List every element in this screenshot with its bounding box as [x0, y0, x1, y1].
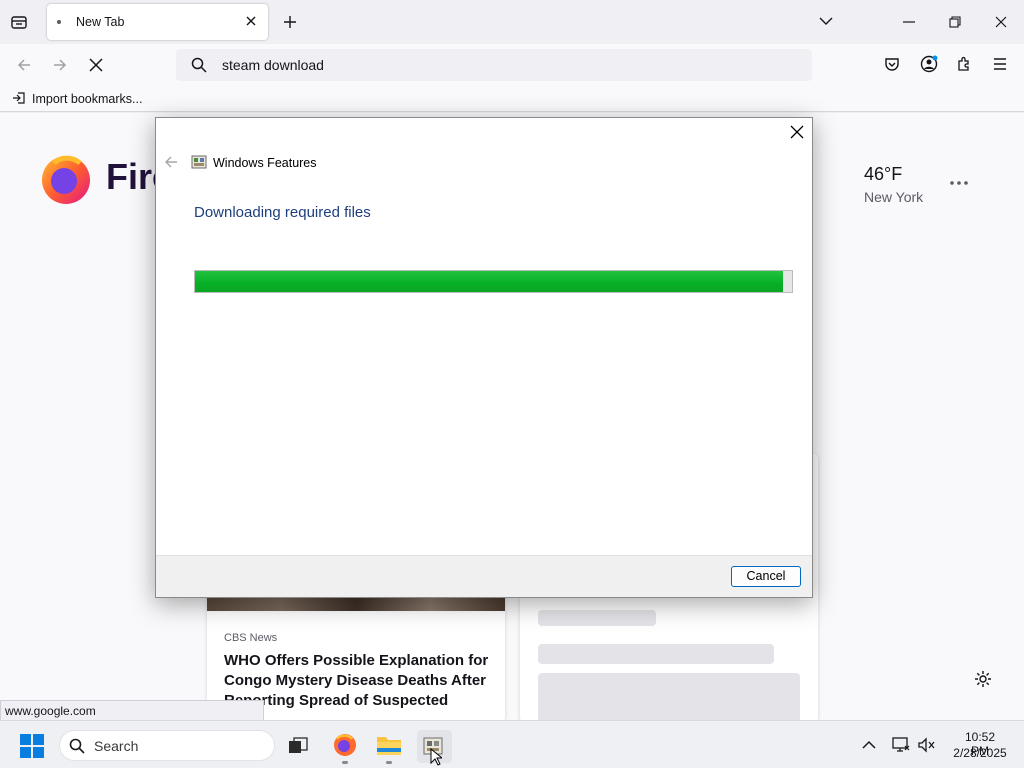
skeleton-line	[538, 644, 774, 664]
volume-muted-icon[interactable]	[918, 737, 936, 753]
address-bar[interactable]: steam download	[176, 49, 812, 81]
address-bar-text: steam download	[222, 57, 324, 73]
tab-bar: New Tab	[0, 0, 1024, 44]
chevron-down-icon[interactable]	[819, 16, 833, 26]
menu-hamburger-icon[interactable]	[992, 57, 1008, 71]
import-bookmarks-button[interactable]: Import bookmarks...	[12, 86, 147, 111]
windows-features-dialog: Windows Features Downloading required fi…	[155, 117, 813, 598]
new-tab-plus-icon[interactable]	[283, 15, 297, 29]
news-source: CBS News	[224, 632, 278, 644]
weather-city: New York	[864, 189, 924, 205]
task-view-icon[interactable]	[288, 737, 308, 755]
dialog-title: Windows Features	[213, 156, 317, 170]
restore-icon[interactable]	[949, 16, 961, 28]
close-icon[interactable]	[790, 125, 804, 139]
tab-title: New Tab	[76, 15, 125, 29]
firefox-logo-icon	[40, 153, 92, 205]
extensions-icon[interactable]	[956, 56, 972, 72]
weather-temperature: 46°F	[864, 164, 903, 184]
skeleton-block	[538, 673, 800, 723]
skeleton-line	[538, 610, 656, 626]
progress-bar-fill	[195, 271, 784, 292]
mouse-cursor-icon	[430, 748, 442, 766]
taskbar-search-box[interactable]: Search	[59, 730, 275, 761]
firefox-taskbar-icon[interactable]	[333, 733, 357, 757]
navigation-bar: steam download	[0, 44, 1024, 86]
cancel-button[interactable]: Cancel	[731, 566, 801, 587]
pocket-icon[interactable]	[884, 56, 900, 72]
running-indicator	[342, 761, 348, 764]
windows-features-icon	[191, 154, 207, 170]
status-bar-url: www.google.com	[0, 700, 264, 721]
file-explorer-icon[interactable]	[376, 733, 402, 757]
tab-new-tab[interactable]: New Tab	[47, 4, 268, 40]
back-arrow-icon[interactable]	[163, 155, 179, 169]
search-icon	[69, 738, 85, 754]
download-progress-bar	[194, 270, 793, 293]
clock-date[interactable]: 2/28/2025	[950, 746, 1010, 760]
back-arrow-icon[interactable]	[16, 57, 32, 73]
chevron-up-icon[interactable]	[862, 740, 876, 750]
network-icon[interactable]	[892, 737, 910, 753]
forward-arrow-icon[interactable]	[52, 57, 68, 73]
taskbar-search-label: Search	[94, 738, 139, 754]
dialog-footer: Cancel	[156, 555, 812, 597]
running-indicator	[386, 761, 392, 764]
close-tab-icon[interactable]	[245, 15, 257, 27]
account-icon[interactable]	[920, 55, 938, 73]
minimize-icon[interactable]	[903, 21, 915, 23]
import-icon	[12, 91, 26, 105]
taskbar: Search 10:52 PM 2/28/2025	[0, 720, 1024, 768]
stop-loading-icon[interactable]	[88, 57, 104, 73]
more-options-icon[interactable]	[950, 181, 968, 185]
news-headline: WHO Offers Possible Explanation for Cong…	[224, 652, 489, 715]
close-window-icon[interactable]	[995, 16, 1007, 28]
bookmarks-toolbar: Import bookmarks...	[0, 86, 1024, 112]
tab-favicon-icon	[57, 20, 61, 24]
dialog-heading: Downloading required files	[194, 204, 371, 221]
import-bookmarks-label: Import bookmarks...	[32, 92, 143, 106]
windows-start-icon[interactable]	[20, 734, 44, 758]
settings-gear-icon[interactable]	[974, 670, 992, 688]
tab-list-icon[interactable]	[10, 13, 28, 31]
search-icon	[191, 57, 207, 73]
